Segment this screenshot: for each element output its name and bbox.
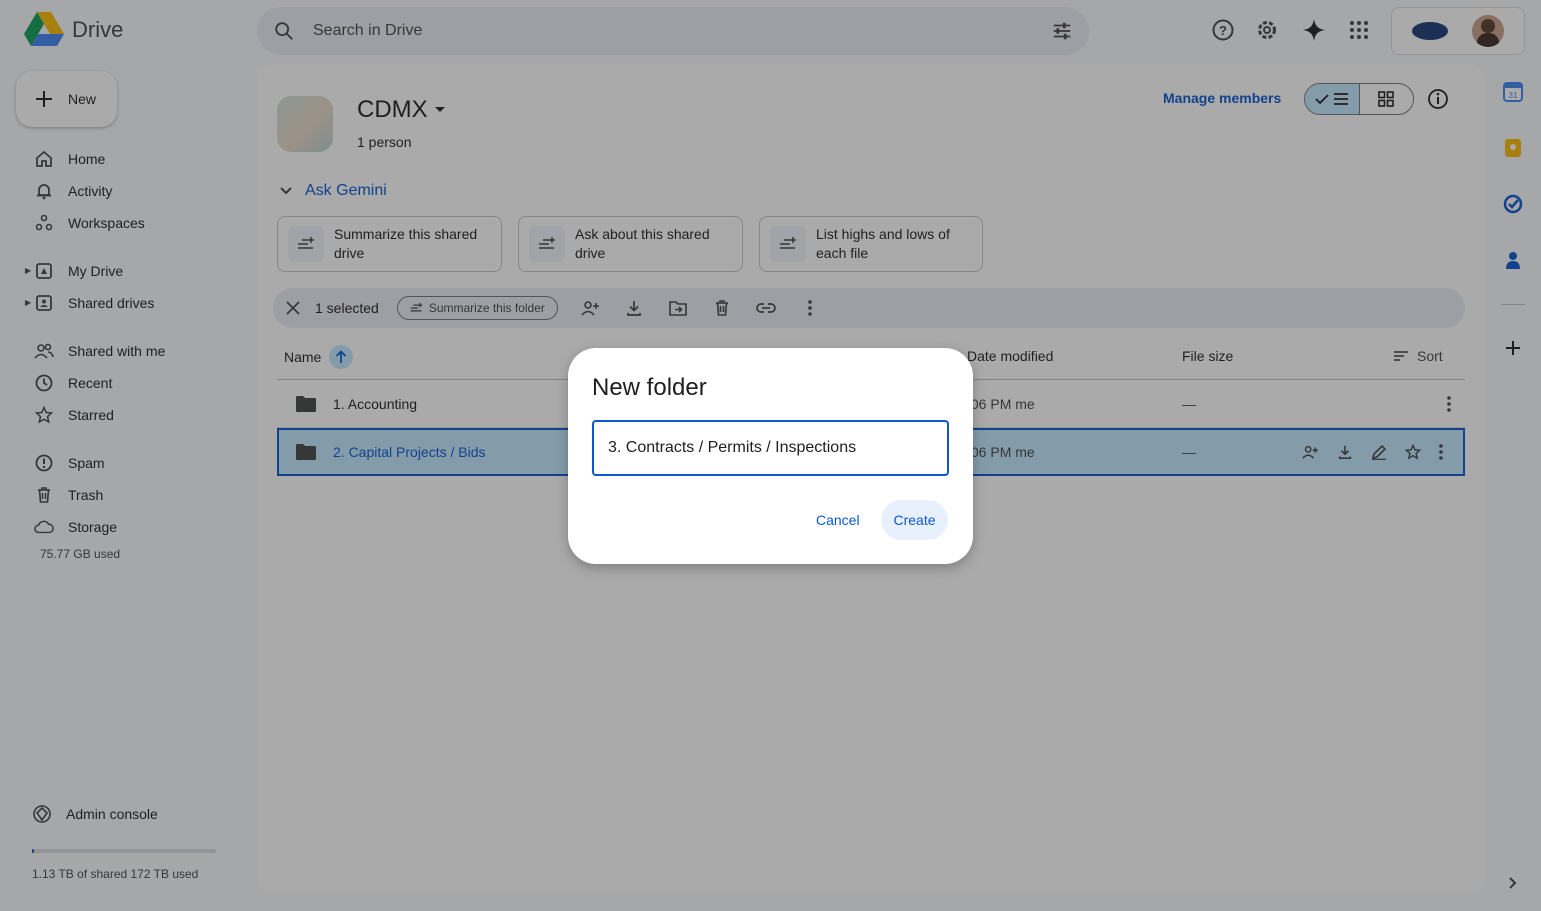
create-button[interactable]: Create (881, 500, 948, 540)
cancel-button[interactable]: Cancel (804, 500, 872, 540)
dialog-title: New folder (592, 374, 707, 401)
new-folder-dialog: New folder Cancel Create (568, 348, 973, 564)
folder-name-input[interactable] (592, 420, 949, 476)
